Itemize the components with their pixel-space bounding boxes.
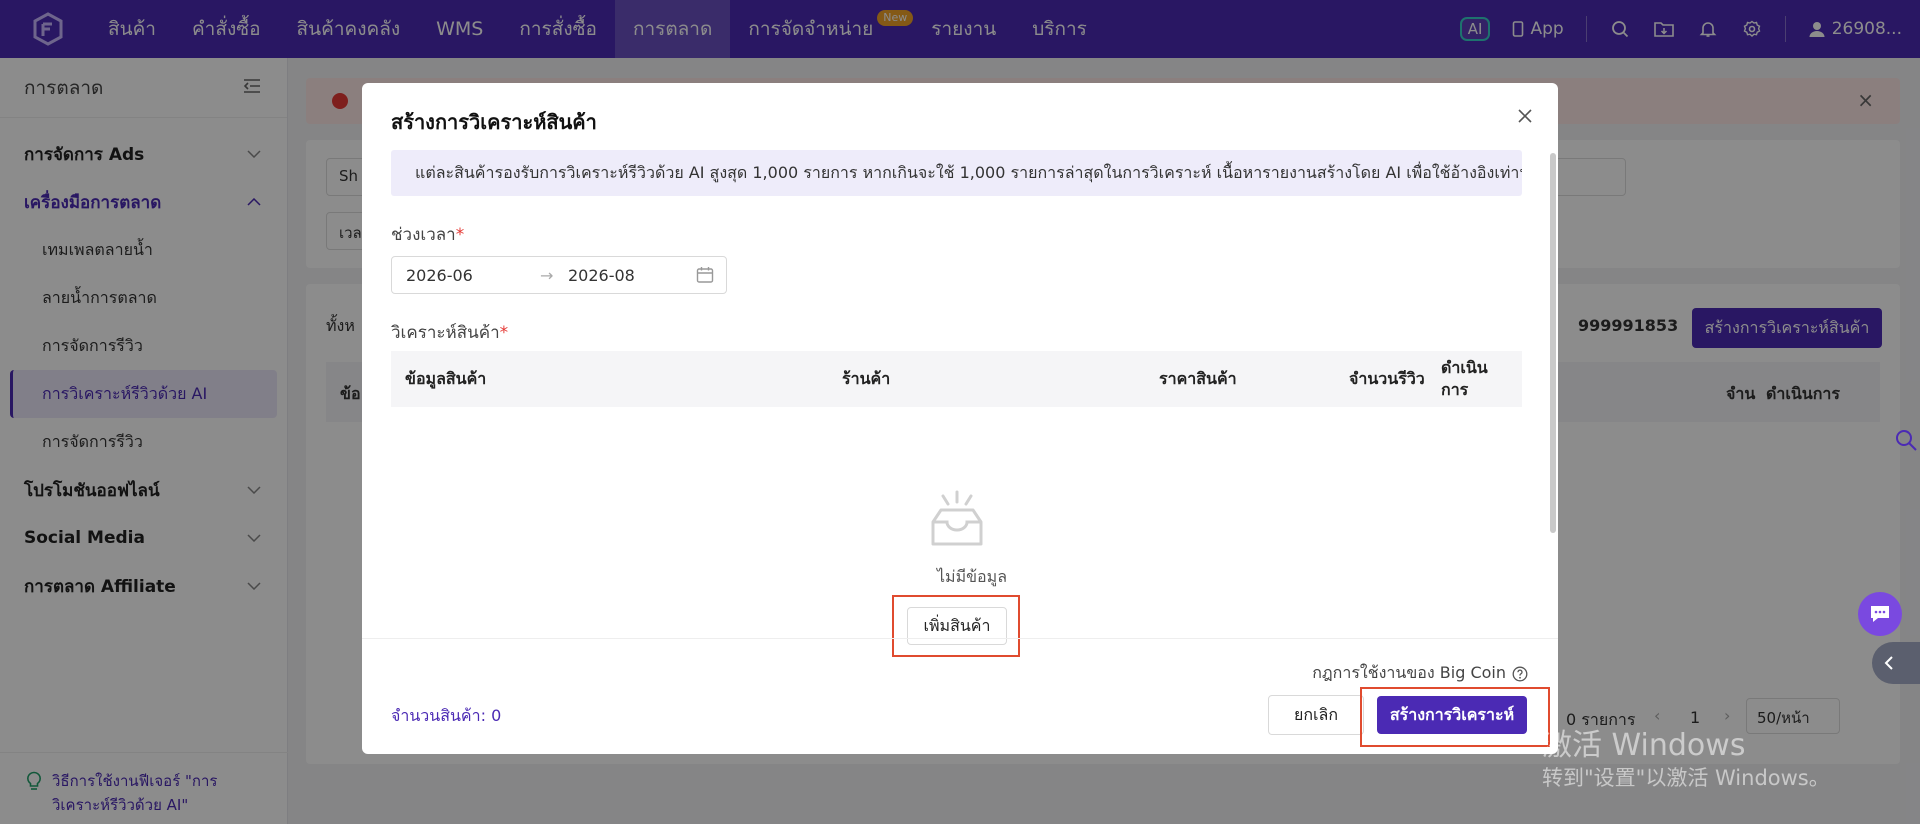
product-count: จำนวนสินค้า: 0 [391,706,502,725]
period-label: ช่วงเวลา* [391,221,464,248]
chat-icon [1871,606,1889,622]
date-from[interactable]: 2026-06 [406,266,473,285]
info-notice: แต่ละสินค้ารองรับการวิเคราะห์รีวิวด้วย A… [391,150,1522,196]
floating-search-icon[interactable] [1894,428,1918,456]
col-action-line1: ดำเนิน [1441,358,1488,377]
modal-title: สร้างการวิเคราะห์สินค้า [391,110,597,134]
big-coin-rules-text: กฎการใช้งานของ Big Coin [1312,663,1506,682]
cancel-button[interactable]: ยกเลิก [1268,695,1364,735]
windows-activation-watermark: 激活 Windows [1542,728,1746,763]
content-divider [362,638,1558,639]
products-table-header: ข้อมูลสินค้า ร้านค้า ราคาสินค้า จำนวนรีว… [391,351,1522,407]
vertical-scrollbar[interactable] [1550,153,1556,533]
date-to[interactable]: 2026-08 [568,266,635,285]
info-notice-text: แต่ละสินค้ารองรับการวิเคราะห์รีวิวด้วย A… [415,162,1522,182]
col-shop: ร้านค้า [842,368,891,388]
highlight-box-create [1360,687,1550,747]
col-review-count: จำนวนรีวิว [1349,368,1425,388]
col-product-info: ข้อมูลสินค้า [405,368,487,388]
close-icon[interactable] [1512,103,1538,129]
chat-support-button[interactable] [1858,592,1902,636]
col-action-line2: การ [1441,380,1469,399]
products-label: วิเคราะห์สินค้า* [391,319,508,346]
date-range-picker[interactable]: 2026-06 → 2026-08 [391,256,727,294]
arrow-right-icon: → [540,265,554,285]
required-mark: * [455,225,465,245]
create-analysis-modal: สร้างการวิเคราะห์สินค้า แต่ละสินค้ารองรั… [362,83,1558,754]
period-label-text: ช่วงเวลา [391,225,456,245]
windows-activation-watermark-sub: 转到"设置"以激活 Windows。 [1542,766,1830,790]
big-coin-rules-link[interactable]: กฎการใช้งานของ Big Coin [1312,661,1528,686]
col-price: ราคาสินค้า [1159,368,1237,388]
calendar-icon [696,266,714,288]
col-action: ดำเนิน การ [1441,351,1488,407]
question-circle-icon [1512,666,1528,681]
side-panel-toggle[interactable] [1872,642,1920,684]
empty-state-text: ไม่มีข้อมูล [936,567,1008,586]
products-label-text: วิเคราะห์สินค้า [391,323,500,343]
chevron-left-icon [1884,656,1893,670]
empty-box-icon [925,488,989,556]
highlight-box-add [892,595,1020,657]
required-mark: * [499,323,509,343]
